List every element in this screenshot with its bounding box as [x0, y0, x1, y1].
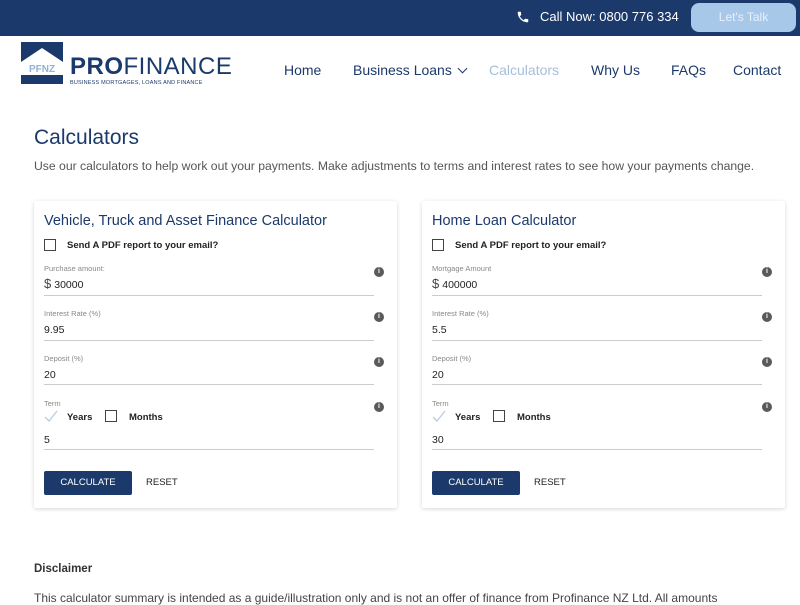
field-underline	[44, 384, 374, 385]
pdf-report-checkbox[interactable]	[44, 239, 56, 251]
deposit-input[interactable]: 20	[432, 369, 444, 381]
calculate-button[interactable]: CALCULATE	[432, 471, 520, 495]
nav-business-loans-label: Business Loans	[353, 62, 452, 78]
nav-contact[interactable]: Contact	[733, 62, 781, 78]
months-label: Months	[517, 412, 551, 423]
info-icon[interactable]: i	[374, 312, 384, 322]
calculator-title: Home Loan Calculator	[432, 213, 577, 229]
info-icon[interactable]: i	[762, 267, 772, 277]
top-bar: Call Now: 0800 776 334 Let's Talk	[0, 0, 800, 36]
years-label: Years	[67, 412, 93, 423]
disclaimer-title: Disclaimer	[34, 563, 93, 575]
term-input[interactable]: 30	[432, 434, 444, 446]
years-checkmark-icon[interactable]	[44, 410, 58, 422]
field-underline	[432, 340, 762, 341]
logo-badge: PFNZ	[29, 64, 55, 75]
years-checkmark-icon[interactable]	[432, 410, 446, 422]
pdf-report-label: Send A PDF report to your email?	[67, 240, 219, 251]
reset-button[interactable]: RESET	[534, 471, 566, 495]
term-label: Term	[432, 399, 449, 408]
years-label: Years	[455, 412, 481, 423]
logo-brand: PROFINANCE	[70, 53, 232, 81]
vehicle-calculator-card: Vehicle, Truck and Asset Finance Calcula…	[34, 201, 397, 508]
info-icon[interactable]: i	[374, 357, 384, 367]
deposit-input[interactable]: 20	[44, 369, 56, 381]
mortgage-amount-input[interactable]: $400000	[432, 276, 477, 291]
info-icon[interactable]: i	[762, 357, 772, 367]
phone-icon	[517, 11, 529, 22]
logo-brand-bold: PRO	[70, 53, 124, 80]
logo[interactable]: PFNZ PROFINANCE BUSINESS MORTGAGES, LOAN…	[21, 42, 232, 90]
term-label: Term	[44, 399, 61, 408]
mortgage-amount-value: 400000	[442, 279, 478, 291]
months-checkbox[interactable]	[493, 410, 505, 422]
purchase-amount-value: 30000	[54, 279, 84, 291]
nav-business-loans[interactable]: Business Loans	[353, 62, 468, 78]
home-loan-calculator-card: Home Loan Calculator Send A PDF report t…	[422, 201, 785, 508]
calculator-title: Vehicle, Truck and Asset Finance Calcula…	[44, 213, 327, 229]
currency-symbol: $	[432, 276, 440, 291]
interest-rate-label: Interest Rate (%)	[44, 309, 101, 318]
field-underline	[44, 295, 374, 296]
lets-talk-button[interactable]: Let's Talk	[691, 3, 796, 32]
page-title: Calculators	[34, 126, 140, 149]
nav-calculators[interactable]: Calculators	[489, 62, 559, 78]
disclaimer-text: This calculator summary is intended as a…	[34, 591, 718, 605]
nav-why-us[interactable]: Why Us	[591, 62, 640, 78]
nav-home[interactable]: Home	[284, 62, 321, 78]
chevron-down-icon	[457, 63, 468, 74]
field-underline	[432, 449, 762, 450]
pdf-report-label: Send A PDF report to your email?	[455, 240, 607, 251]
info-icon[interactable]: i	[374, 267, 384, 277]
logo-house-icon: PFNZ	[21, 42, 63, 84]
reset-button[interactable]: RESET	[146, 471, 178, 495]
field-underline	[44, 449, 374, 450]
field-underline	[44, 340, 374, 341]
logo-tagline: BUSINESS MORTGAGES, LOANS AND FINANCE	[70, 80, 203, 86]
purchase-amount-label: Purchase amount:	[44, 264, 105, 273]
months-checkbox[interactable]	[105, 410, 117, 422]
interest-rate-label: Interest Rate (%)	[432, 309, 489, 318]
term-input[interactable]: 5	[44, 434, 50, 446]
call-now-text: Call Now: 0800 776 334	[540, 9, 679, 24]
deposit-label: Deposit (%)	[44, 354, 84, 363]
pdf-report-checkbox[interactable]	[432, 239, 444, 251]
info-icon[interactable]: i	[762, 312, 772, 322]
field-underline	[432, 384, 762, 385]
calculate-button[interactable]: CALCULATE	[44, 471, 132, 495]
months-label: Months	[129, 412, 163, 423]
interest-rate-input[interactable]: 5.5	[432, 324, 447, 336]
purchase-amount-input[interactable]: $30000	[44, 276, 83, 291]
info-icon[interactable]: i	[762, 402, 772, 412]
page-intro: Use our calculators to help work out you…	[34, 159, 755, 173]
site-header: PFNZ PROFINANCE BUSINESS MORTGAGES, LOAN…	[0, 36, 800, 106]
currency-symbol: $	[44, 276, 52, 291]
logo-brand-light: FINANCE	[123, 53, 233, 80]
mortgage-amount-label: Mortgage Amount	[432, 264, 492, 273]
deposit-label: Deposit (%)	[432, 354, 472, 363]
interest-rate-input[interactable]: 9.95	[44, 324, 64, 336]
call-now[interactable]: Call Now: 0800 776 334	[516, 9, 679, 24]
field-underline	[432, 295, 762, 296]
nav-faqs[interactable]: FAQs	[671, 62, 706, 78]
info-icon[interactable]: i	[374, 402, 384, 412]
